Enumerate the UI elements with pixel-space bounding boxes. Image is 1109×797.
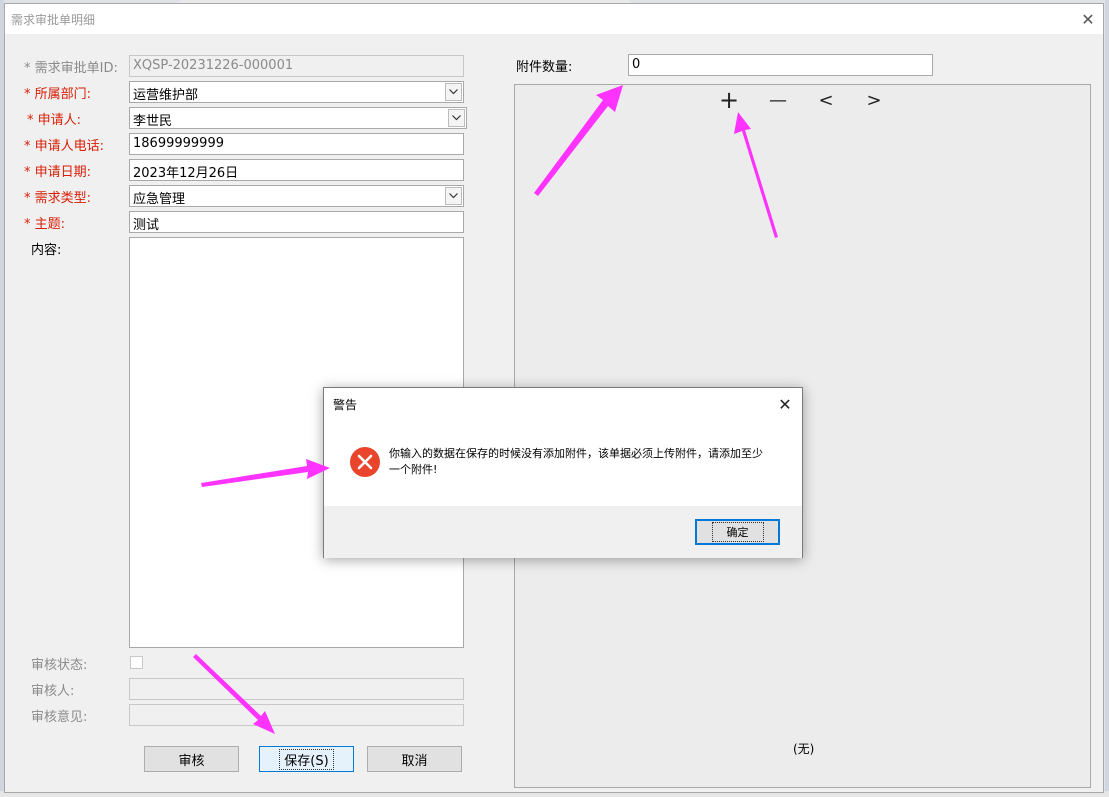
- id-field: XQSP-20231226-000001: [129, 55, 464, 77]
- dialog-close-icon[interactable]: ✕: [774, 393, 796, 415]
- content-label: 内容:: [31, 243, 62, 258]
- cancel-button-label: 取消: [401, 753, 428, 769]
- attachment-count-field[interactable]: 0: [628, 54, 933, 76]
- type-value: 应急管理: [133, 192, 186, 207]
- review-opinion-field: [129, 704, 464, 726]
- reviewer-field: [129, 678, 464, 700]
- subject-label: * 主题:: [24, 217, 66, 232]
- window-close-icon[interactable]: ✕: [1077, 8, 1099, 30]
- next-attachment-icon[interactable]: >: [859, 89, 889, 111]
- review-status-label: 审核状态:: [31, 658, 88, 673]
- applicant-select[interactable]: 李世民: [129, 107, 467, 129]
- window-title: 需求审批单明细: [11, 13, 96, 27]
- review-button-label: 审核: [178, 753, 205, 769]
- attachment-count-label: 附件数量:: [516, 60, 573, 75]
- window-titlebar: 需求审批单明细 ✕: [5, 4, 1103, 34]
- date-field[interactable]: 2023年12月26日: [129, 159, 464, 181]
- review-opinion-label: 审核意见:: [31, 710, 88, 725]
- chevron-down-icon[interactable]: [445, 187, 462, 205]
- warning-dialog: 警告 ✕ 你输入的数据在保存的时候没有添加附件，该单据必须上传附件，请添加至少一…: [323, 387, 803, 558]
- dept-value: 运营维护部: [133, 88, 199, 103]
- subject-field[interactable]: 测试: [129, 211, 464, 233]
- type-select[interactable]: 应急管理: [129, 185, 464, 207]
- attachment-empty-text: (无): [793, 742, 815, 756]
- reviewer-label: 审核人:: [31, 684, 75, 699]
- applicant-label: * 申请人:: [27, 113, 82, 128]
- dept-label: * 所属部门:: [24, 87, 92, 102]
- background-strip-right: [1105, 0, 1109, 797]
- type-label: * 需求类型:: [24, 191, 92, 206]
- date-label: * 申请日期:: [24, 165, 92, 180]
- phone-label: * 申请人电话:: [24, 139, 105, 154]
- add-attachment-icon[interactable]: +: [714, 86, 744, 114]
- error-circle-icon: [350, 447, 380, 477]
- remove-attachment-icon[interactable]: —: [763, 89, 793, 111]
- phone-field[interactable]: 18699999999: [129, 133, 464, 155]
- dept-select[interactable]: 运营维护部: [129, 81, 464, 103]
- save-button[interactable]: 保存(S): [259, 746, 354, 772]
- dialog-message: 你输入的数据在保存的时候没有添加附件，该单据必须上传附件，请添加至少一个附件!: [389, 447, 763, 476]
- dialog-title: 警告: [333, 398, 358, 412]
- id-label: * 需求审批单ID:: [24, 61, 118, 76]
- ok-button-label: 确定: [711, 522, 764, 542]
- applicant-value: 李世民: [133, 114, 173, 129]
- review-button[interactable]: 审核: [144, 746, 239, 772]
- cancel-button[interactable]: 取消: [367, 746, 462, 772]
- chevron-down-icon[interactable]: [445, 83, 462, 101]
- ok-button[interactable]: 确定: [695, 519, 780, 545]
- save-button-label: 保存(S): [279, 748, 334, 770]
- previous-attachment-icon[interactable]: <: [811, 89, 841, 111]
- review-status-checkbox: [130, 656, 143, 669]
- chevron-down-icon[interactable]: [448, 109, 465, 127]
